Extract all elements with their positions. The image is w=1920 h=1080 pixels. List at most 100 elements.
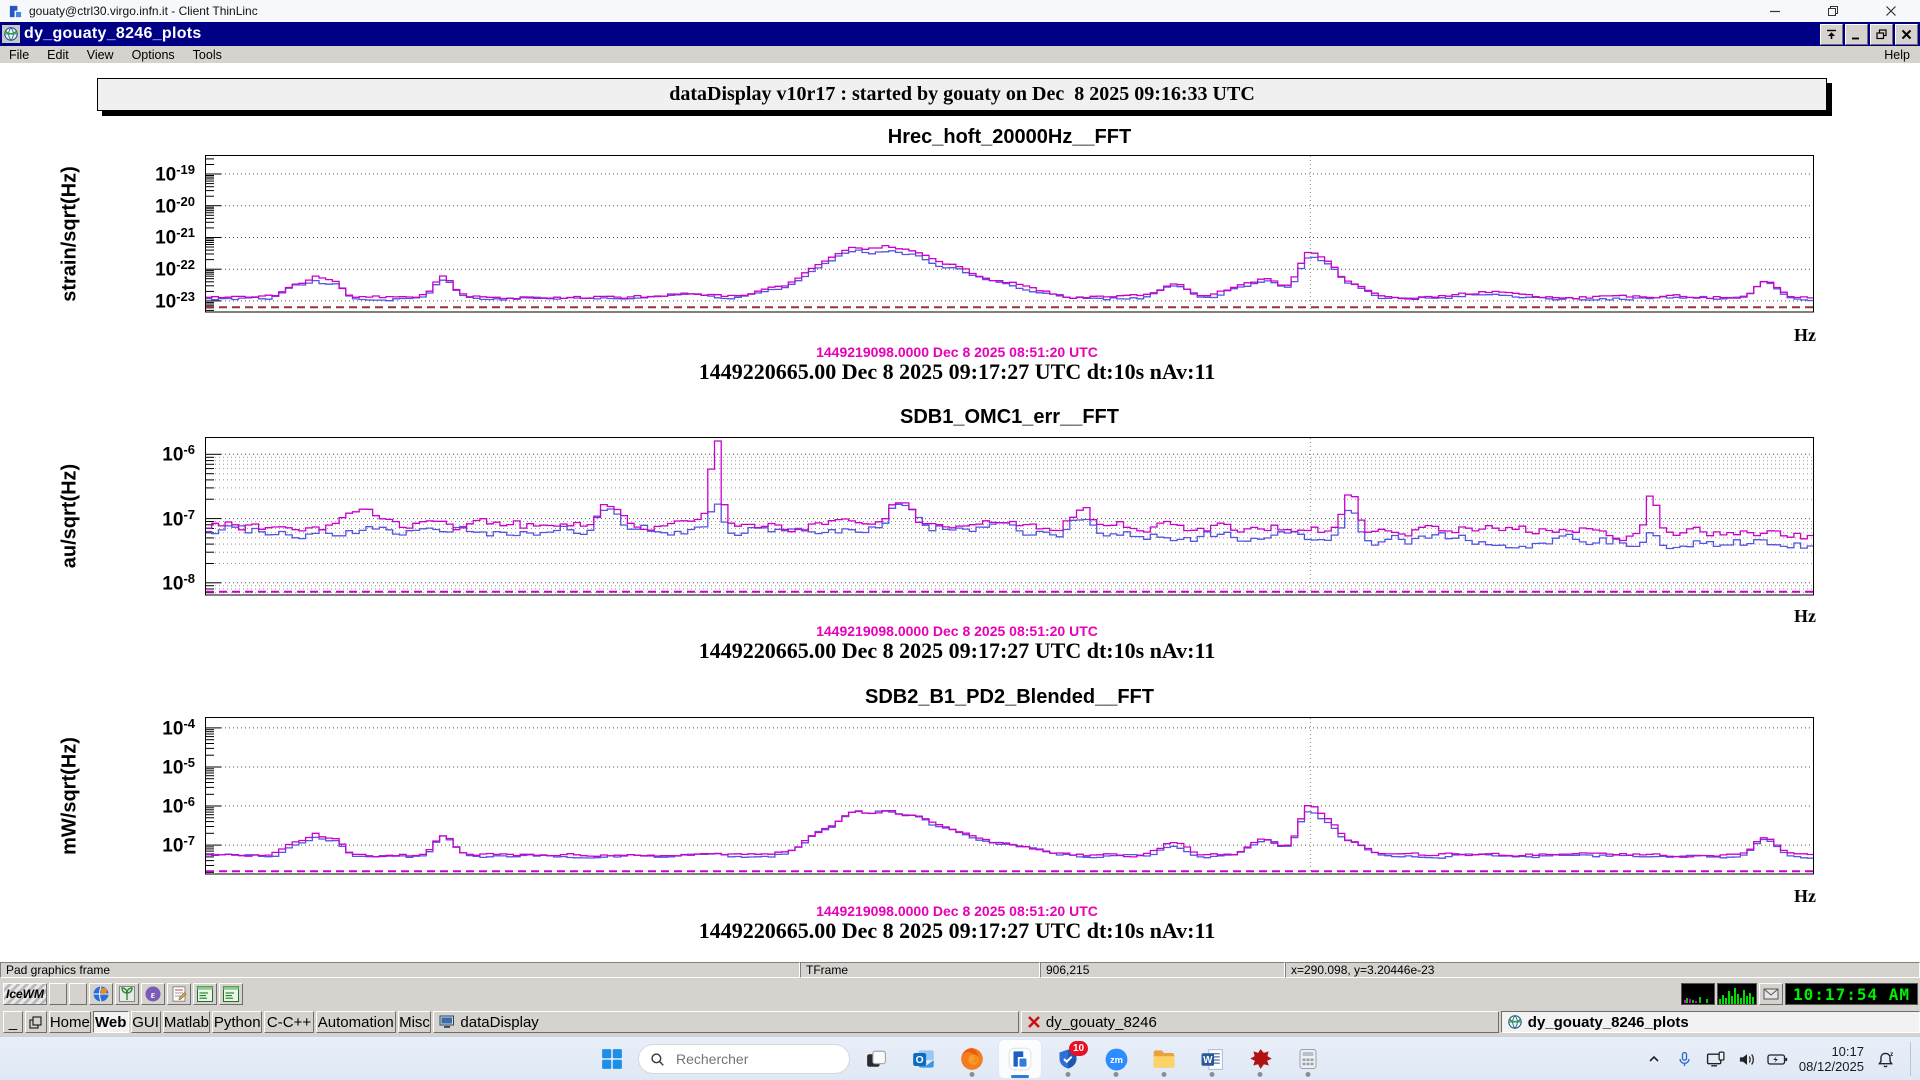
terminal-icon	[222, 985, 240, 1003]
taskview-icon	[864, 1047, 889, 1072]
tray-microphone-icon[interactable]	[1675, 1049, 1695, 1069]
minimize-button[interactable]	[1746, 0, 1804, 22]
rollup-button[interactable]	[1820, 23, 1843, 45]
utc-timestamp: 1449220665.00 Dec 8 2025 09:17:27 UTC dt…	[698, 918, 1216, 943]
menu-item-edit[interactable]: Edit	[38, 46, 78, 63]
minimize-button[interactable]	[1845, 23, 1868, 45]
tray-time: 10:17	[1831, 1044, 1864, 1059]
close-button[interactable]	[1862, 0, 1920, 22]
window-list-button[interactable]	[24, 1011, 47, 1033]
tray-bell-icon[interactable]: z	[1875, 1049, 1895, 1069]
show-desktop-button[interactable]: _	[3, 1011, 23, 1033]
y-tick-label: 10-8	[162, 570, 195, 595]
menu-help[interactable]: Help	[1874, 46, 1920, 63]
windows-taskbar: O 10 zm W 10:1708/12/2025 z	[0, 1036, 1920, 1080]
tray-display-icon[interactable]	[1706, 1049, 1726, 1069]
task-button-dy_gouaty_8246[interactable]: dy_gouaty_8246	[1020, 1011, 1499, 1033]
red-x-icon	[1027, 1015, 1041, 1029]
taskbar-app-files-icon[interactable]	[1142, 1039, 1186, 1079]
restore-button[interactable]	[1870, 23, 1893, 45]
search-input[interactable]	[674, 1050, 828, 1068]
launcher-terminal-icon[interactable]	[219, 983, 243, 1005]
thinlinc-title: gouaty@ctrl30.virgo.infn.it - Client Thi…	[29, 4, 258, 18]
menu-item-tools[interactable]: Tools	[184, 46, 231, 63]
app-title: dy_gouaty_8246_plots	[24, 25, 202, 42]
tray-date: 08/12/2025	[1798, 1059, 1864, 1074]
tray-battery-icon[interactable]	[1767, 1049, 1788, 1069]
close-button[interactable]	[1895, 23, 1918, 45]
icewm-menu-button[interactable]: IceWM	[3, 983, 47, 1005]
files-icon	[1151, 1046, 1177, 1072]
outlook-icon: O	[911, 1046, 937, 1072]
plot-pad-2[interactable]	[205, 437, 1814, 596]
gps-timestamp: 1449219098.0000 Dec 8 2025 08:51:20 UTC	[816, 903, 1098, 919]
plot-title: SDB2_B1_PD2_Blended__FFT	[865, 686, 1154, 708]
tray-speaker-icon[interactable]	[1737, 1049, 1757, 1069]
taskbar-app-calculator-icon[interactable]	[1286, 1039, 1330, 1079]
running-indicator	[1113, 1072, 1119, 1077]
icewm-taskbar: _ Home Web GUI Matlab Python C-C++ Automation Mi…	[0, 1008, 1920, 1036]
taskbar-app-keepass-icon[interactable]	[1238, 1039, 1282, 1079]
workspace-tab-automation[interactable]: Automation	[315, 1011, 396, 1033]
y-tick-label: 10-5	[162, 754, 195, 779]
plot-pad-1[interactable]	[205, 155, 1814, 313]
cpu-monitor-icon	[1717, 983, 1758, 1005]
taskbar-app-defender-icon[interactable]: 10	[1046, 1039, 1090, 1079]
launcher-web-browser-icon[interactable]	[89, 983, 113, 1005]
task-button-dataDisplay[interactable]: dataDisplay	[433, 1011, 1019, 1033]
y-tick-label: 10-6	[162, 794, 195, 818]
emacs-icon: ε	[144, 985, 162, 1003]
y-tick-label: 10-6	[162, 442, 195, 466]
tray-chevron-up-icon[interactable]	[1644, 1049, 1664, 1069]
thinlinc-titlebar: gouaty@ctrl30.virgo.infn.it - Client Thi…	[0, 0, 1920, 23]
search-box[interactable]	[638, 1044, 850, 1074]
calculator-icon	[1296, 1047, 1320, 1071]
workspace-tab-gui[interactable]: GUI	[130, 1011, 161, 1033]
menu-item-file[interactable]: File	[0, 46, 38, 63]
globe-refresh-icon	[2, 25, 20, 43]
workspace-tab-c-c++[interactable]: C-C++	[264, 1011, 314, 1033]
globe-refresh-icon	[1507, 1014, 1523, 1030]
plot-pad-3[interactable]	[205, 717, 1814, 875]
utc-timestamp: 1449220665.00 Dec 8 2025 09:17:27 UTC dt…	[698, 638, 1216, 663]
word-icon: W	[1200, 1047, 1225, 1072]
launcher-text-editor-icon[interactable]	[167, 983, 191, 1005]
workspace-tab-web[interactable]: Web	[92, 1011, 129, 1033]
notification-badge: 10	[1069, 1041, 1088, 1056]
icewm-blank-button[interactable]	[49, 983, 67, 1005]
taskbar-app-firefox-icon[interactable]	[950, 1039, 994, 1079]
task-button-label: dy_gouaty_8246	[1045, 1013, 1157, 1031]
taskbar-app-taskview-icon[interactable]	[854, 1039, 898, 1079]
restore-button[interactable]	[1804, 0, 1862, 22]
gps-timestamp: 1449219098.0000 Dec 8 2025 08:51:20 UTC	[816, 623, 1098, 639]
taskbar-app-thinlinc-icon[interactable]	[998, 1039, 1042, 1079]
y-tick-label: 10-21	[155, 225, 195, 249]
workspace-tab-misc[interactable]: Misc	[397, 1011, 432, 1033]
tray-clock[interactable]: 10:17 08/12/2025	[1799, 1044, 1864, 1074]
taskbar-app-word-icon[interactable]: W	[1190, 1039, 1234, 1079]
start-button[interactable]	[590, 1039, 634, 1079]
y-tick-label: 10-7	[162, 833, 195, 857]
task-button-dy_gouaty_8246_plots[interactable]: dy_gouaty_8246_plots	[1500, 1011, 1920, 1033]
launcher-gimp-icon[interactable]	[115, 983, 139, 1005]
y-tick-label: 10-7	[162, 506, 195, 530]
show-desktop-edge[interactable]	[1910, 1042, 1914, 1076]
icewm-blank-button[interactable]	[69, 983, 87, 1005]
workspace-tab-python[interactable]: Python	[212, 1011, 263, 1033]
running-indicator	[1257, 1072, 1263, 1077]
taskbar-app-zoom-icon[interactable]: zm	[1094, 1039, 1138, 1079]
status-cell-2: 906,215	[1040, 962, 1285, 978]
menu-item-options[interactable]: Options	[123, 46, 184, 63]
workspace-tab-matlab[interactable]: Matlab	[162, 1011, 211, 1033]
launcher-terminal-icon[interactable]	[193, 983, 217, 1005]
thinlinc-window: gouaty@ctrl30.virgo.infn.it - Client Thi…	[0, 0, 1920, 1080]
launcher-emacs-icon[interactable]: ε	[141, 983, 165, 1005]
mailbox-button[interactable]	[1759, 983, 1784, 1005]
display-icon	[1706, 1051, 1726, 1068]
app-titlebar: dy_gouaty_8246_plots	[0, 22, 1920, 46]
battery-icon	[1767, 1053, 1788, 1066]
workspace-tab-home[interactable]: Home	[48, 1011, 91, 1033]
menu-item-view[interactable]: View	[78, 46, 123, 63]
taskbar-app-outlook-icon[interactable]: O	[902, 1039, 946, 1079]
menubar: File Edit View Options Tools Help	[0, 46, 1920, 64]
